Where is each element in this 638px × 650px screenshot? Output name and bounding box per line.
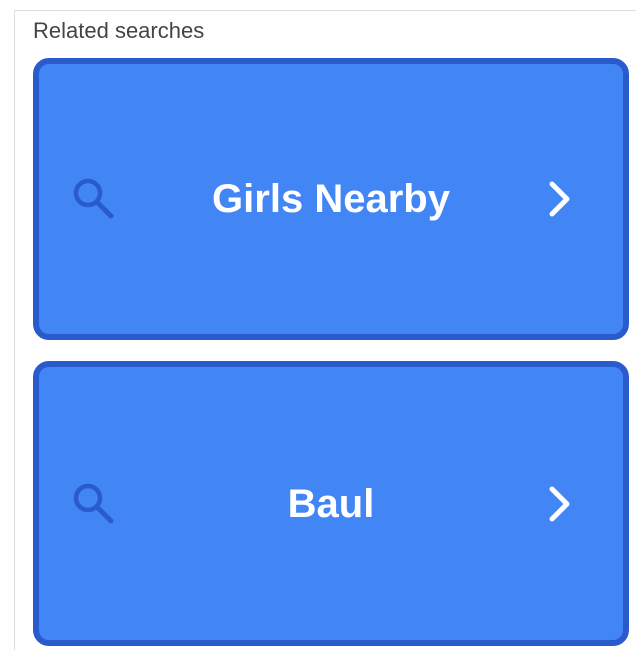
related-search-item-girls-nearby[interactable]: Girls Nearby xyxy=(33,58,629,340)
chevron-right-icon xyxy=(549,181,570,217)
related-searches-heading: Related searches xyxy=(33,18,205,43)
related-search-label: Baul xyxy=(287,481,375,526)
related-search-label: Girls Nearby xyxy=(212,177,450,221)
chevron-right-icon xyxy=(549,486,570,521)
related-searches-panel: Related searches Girls Nearby Baul xyxy=(14,10,636,650)
related-search-item-baul[interactable]: Baul xyxy=(33,361,629,646)
